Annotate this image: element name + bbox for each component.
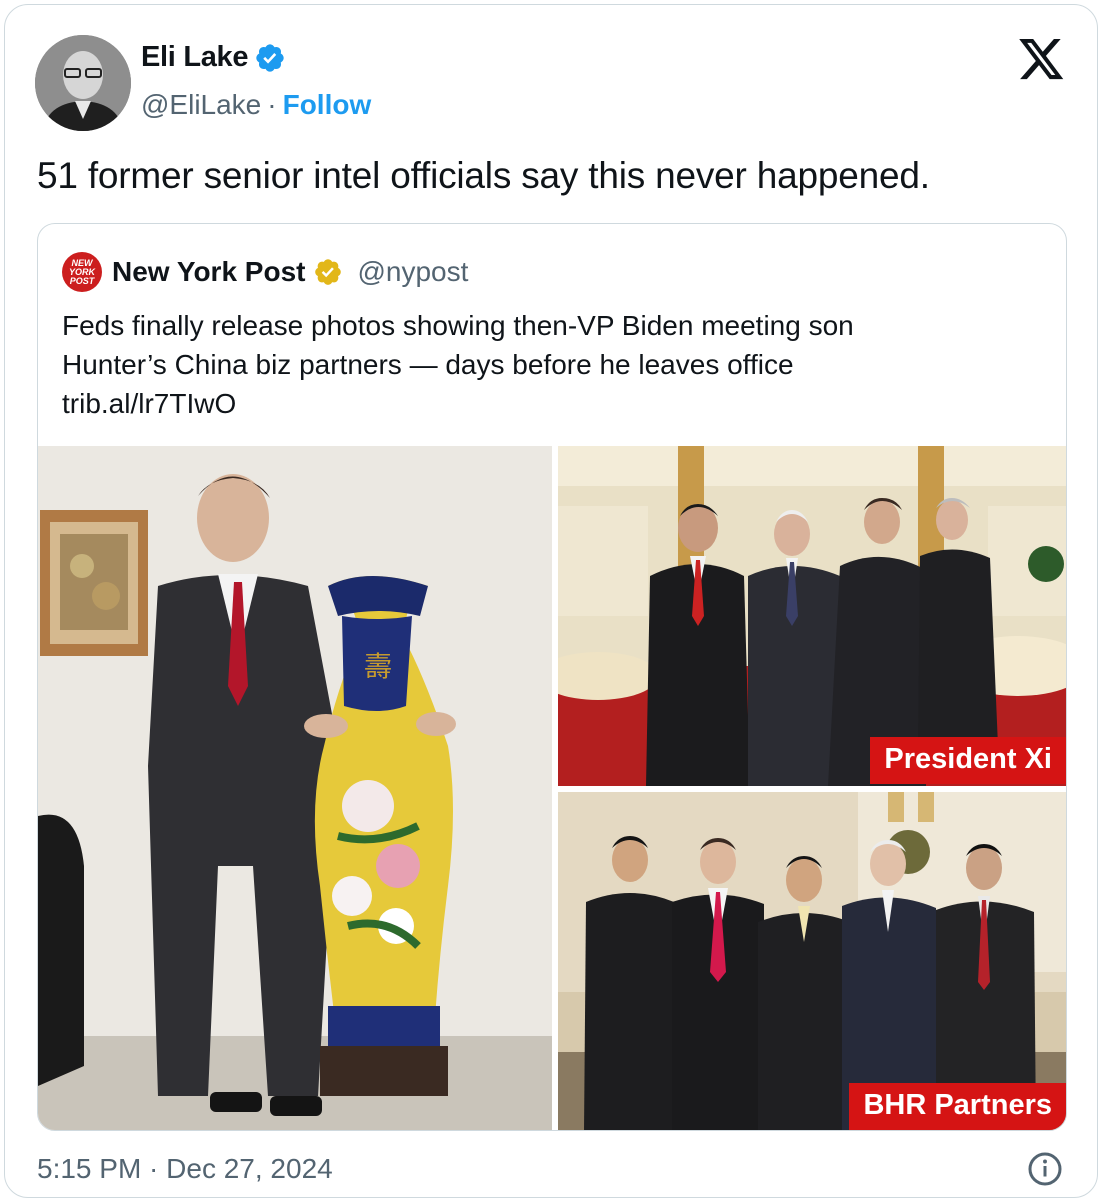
photo-president-xi[interactable]: President Xi [558,446,1066,786]
author-name[interactable]: Eli Lake [141,41,249,74]
x-logo-icon[interactable] [1019,39,1065,81]
president-xi-label: President Xi [870,737,1066,784]
author-handle-row: @EliLake · Follow [141,89,371,121]
verified-badge-icon [256,43,284,72]
tweet-card: Eli Lake @EliLake · Follow 51 former sen… [4,4,1098,1198]
quoted-tweet[interactable]: NEW YORK POST New York Post @nypost Feds… [37,223,1067,1131]
author-avatar[interactable] [35,35,131,131]
tweet-timestamp[interactable]: 5:15 PM · Dec 27, 2024 [37,1153,333,1185]
nypost-logo: NEW YORK POST [62,252,102,292]
gold-verified-badge-icon [315,259,342,285]
follow-button[interactable]: Follow [283,89,372,121]
photo-bhr-partners[interactable]: BHR Partners [558,792,1066,1130]
bhr-partners-label: BHR Partners [849,1083,1066,1130]
svg-text:壽: 壽 [364,650,392,683]
quoted-author-handle[interactable]: @nypost [357,256,468,288]
author-name-row: Eli Lake [141,41,286,74]
quoted-author-name[interactable]: New York Post [112,256,305,288]
photo-vase[interactable]: 壽 [38,446,552,1130]
quoted-text-line-2: Hunter’s China biz partners — days befor… [62,349,794,380]
quoted-text: Feds finally release photos showing then… [62,306,1022,423]
quoted-header: NEW YORK POST New York Post @nypost [62,252,468,292]
info-icon[interactable] [1027,1151,1063,1187]
tweet-text: 51 former senior intel officials say thi… [37,155,930,196]
author-handle[interactable]: @EliLake [141,89,261,121]
quoted-text-line-1: Feds finally release photos showing then… [62,310,854,341]
nypost-logo-text: NEW YORK POST [68,257,95,286]
quoted-link[interactable]: trib.al/lr7TIwO [62,384,1022,423]
separator-dot: · [267,89,277,120]
